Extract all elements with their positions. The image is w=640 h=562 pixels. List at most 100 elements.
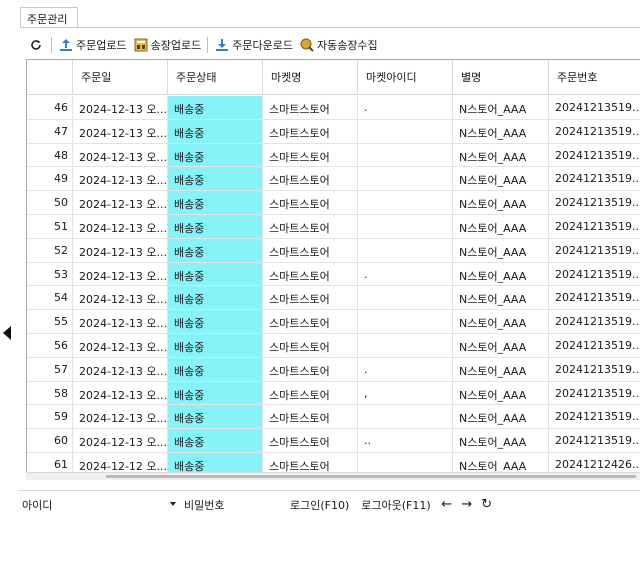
cell-status[interactable]: 배송중 bbox=[168, 405, 263, 429]
cell-nick[interactable]: N스토어_AAA bbox=[453, 167, 549, 191]
cell-status[interactable]: 배송중 bbox=[168, 143, 263, 167]
cell-market-id[interactable] bbox=[358, 167, 453, 191]
cell-order-no[interactable]: 20241213519... bbox=[549, 96, 640, 119]
cell-order-no[interactable]: 20241213519... bbox=[549, 191, 640, 214]
cell-date[interactable]: 2024-12-13 오... bbox=[73, 191, 168, 214]
cell-status[interactable]: 배송중 bbox=[168, 429, 263, 452]
table-row[interactable]: 55 2024-12-13 오... 배송중 스마트스토어 N스토어_AAA 202412… bbox=[27, 310, 640, 334]
column-header[interactable]: 별명 bbox=[453, 60, 549, 95]
cell-market-id[interactable] bbox=[358, 286, 453, 310]
cell-status[interactable]: 배송중 bbox=[168, 191, 263, 214]
cell-market[interactable]: 스마트스토어 bbox=[263, 191, 358, 214]
cell-order-no[interactable]: 20241213519... bbox=[549, 144, 640, 167]
cell-order-no[interactable]: 20241213519... bbox=[549, 382, 640, 405]
cell-market[interactable]: 스마트스토어 bbox=[263, 381, 358, 405]
cell-market-id[interactable]: , bbox=[358, 381, 453, 405]
arrow-left-icon[interactable]: ← bbox=[437, 497, 457, 512]
cell-order-no[interactable]: 20241213519... bbox=[549, 429, 640, 452]
table-row[interactable]: 52 2024-12-13 오... 배송중 스마트스토어 N스토어_AAA 202412… bbox=[27, 238, 640, 263]
table-row[interactable]: 60 2024-12-13 오... 배송중 스마트스토어.. N스토어_AAA 2024… bbox=[27, 429, 640, 453]
cell-status[interactable]: 배송중 bbox=[168, 167, 263, 191]
cell-market[interactable]: 스마트스토어 bbox=[263, 238, 358, 262]
cell-date[interactable]: 2024-12-13 오... bbox=[73, 119, 168, 143]
cell-date[interactable]: 2024-12-13 오... bbox=[73, 310, 168, 333]
invoice-upload-button[interactable]: 송장업로드 bbox=[130, 34, 205, 56]
scrollbar-thumb[interactable] bbox=[106, 475, 636, 478]
cell-status[interactable]: 배송중 bbox=[168, 381, 263, 405]
cell-nick[interactable]: N스토어_AAA bbox=[453, 286, 549, 310]
cell-status[interactable]: 배송중 bbox=[168, 238, 263, 262]
cell-status[interactable]: 배송중 bbox=[168, 262, 263, 286]
cell-date[interactable]: 2024-12-13 오... bbox=[73, 96, 168, 119]
cell-date[interactable]: 2024-12-13 오... bbox=[73, 405, 168, 429]
table-row[interactable]: 58 2024-12-13 오... 배송중 스마트스토어, N스토어_AAA 20241… bbox=[27, 381, 640, 406]
cell-market[interactable]: 스마트스토어 bbox=[263, 429, 358, 452]
cell-market-id[interactable]: .. bbox=[358, 429, 453, 452]
cell-order-no[interactable]: 20241213519... bbox=[549, 358, 640, 381]
tab-order-management[interactable]: 주문관리 bbox=[20, 7, 78, 28]
cell-date[interactable]: 2024-12-13 오... bbox=[73, 143, 168, 167]
cell-order-no[interactable]: 20241213519... bbox=[549, 310, 640, 333]
collapse-panel-icon[interactable] bbox=[3, 326, 11, 340]
cell-market[interactable]: 스마트스토어 bbox=[263, 96, 358, 119]
table-row[interactable]: 49 2024-12-13 오... 배송중 스마트스토어 N스토어_AAA 202412… bbox=[27, 167, 640, 192]
cell-market[interactable]: 스마트스토어 bbox=[263, 143, 358, 167]
cell-no[interactable]: 47 bbox=[27, 119, 73, 143]
cell-market[interactable]: 스마트스토어 bbox=[263, 214, 358, 238]
table-row[interactable]: 57 2024-12-13 오... 배송중 스마트스토어. N스토어_AAA 20241… bbox=[27, 357, 640, 382]
column-header[interactable]: 주문번호 bbox=[549, 60, 640, 95]
cell-nick[interactable]: N스토어_AAA bbox=[453, 262, 549, 286]
cell-date[interactable]: 2024-12-13 오... bbox=[73, 333, 168, 357]
column-header[interactable]: 주문일 bbox=[73, 60, 168, 95]
cell-market[interactable]: 스마트스토어 bbox=[263, 286, 358, 310]
cell-nick[interactable]: N스토어_AAA bbox=[453, 357, 549, 381]
cell-market-id[interactable]: . bbox=[358, 96, 453, 119]
cell-nick[interactable]: N스토어_AAA bbox=[453, 405, 549, 429]
cell-market[interactable]: 스마트스토어 bbox=[263, 333, 358, 357]
column-header[interactable]: 마켓아이디 bbox=[358, 60, 453, 95]
cell-market-id[interactable]: . bbox=[358, 262, 453, 286]
cell-nick[interactable]: N스토어_AAA bbox=[453, 143, 549, 167]
cell-market[interactable]: 스마트스토어 bbox=[263, 167, 358, 191]
cell-nick[interactable]: N스토어_AAA bbox=[453, 214, 549, 238]
table-row[interactable]: 51 2024-12-13 오... 배송중 스마트스토어 N스토어_AAA 202412… bbox=[27, 214, 640, 239]
cell-date[interactable]: 2024-12-13 오... bbox=[73, 262, 168, 286]
table-row[interactable]: 54 2024-12-13 오... 배송중 스마트스토어 N스토어_AAA 202412… bbox=[27, 286, 640, 311]
cell-no[interactable]: 55 bbox=[27, 310, 73, 333]
cell-order-no[interactable]: 20241213519... bbox=[549, 120, 640, 143]
table-row[interactable]: 53 2024-12-13 오... 배송중 스마트스토어. N스토어_AAA 20241… bbox=[27, 262, 640, 287]
cell-no[interactable]: 48 bbox=[27, 143, 73, 167]
arrow-right-icon[interactable]: → bbox=[457, 497, 477, 512]
cell-status[interactable]: 배송중 bbox=[168, 286, 263, 310]
cell-date[interactable]: 2024-12-13 오... bbox=[73, 429, 168, 452]
cell-market[interactable]: 스마트스토어 bbox=[263, 119, 358, 143]
cell-no[interactable]: 50 bbox=[27, 191, 73, 214]
cell-market-id[interactable]: . bbox=[358, 357, 453, 381]
cell-no[interactable]: 49 bbox=[27, 167, 73, 191]
cell-market-id[interactable] bbox=[358, 191, 453, 214]
cell-status[interactable]: 배송중 bbox=[168, 357, 263, 381]
refresh-button[interactable] bbox=[26, 34, 48, 56]
cell-order-no[interactable]: 20241213519... bbox=[549, 215, 640, 238]
cell-market-id[interactable] bbox=[358, 238, 453, 262]
cell-nick[interactable]: N스토어_AAA bbox=[453, 119, 549, 143]
cell-market-id[interactable] bbox=[358, 333, 453, 357]
cell-status[interactable]: 배송중 bbox=[168, 214, 263, 238]
order-upload-button[interactable]: 주문업로드 bbox=[55, 34, 130, 56]
column-header[interactable]: 마켓명 bbox=[263, 60, 358, 95]
cell-no[interactable]: 56 bbox=[27, 333, 73, 357]
cell-status[interactable]: 배송중 bbox=[168, 119, 263, 143]
cell-date[interactable]: 2024-12-13 오... bbox=[73, 357, 168, 381]
cell-date[interactable]: 2024-12-13 오... bbox=[73, 238, 168, 262]
order-download-button[interactable]: 주문다운로드 bbox=[211, 34, 296, 56]
cell-order-no[interactable]: 20241213519... bbox=[549, 334, 640, 357]
cell-date[interactable]: 2024-12-13 오... bbox=[73, 167, 168, 191]
auto-invoice-button[interactable]: 자동송장수집 bbox=[296, 34, 381, 56]
cell-nick[interactable]: N스토어_AAA bbox=[453, 96, 549, 119]
cell-order-no[interactable]: 20241213519... bbox=[549, 167, 640, 190]
cell-order-no[interactable]: 20241213519... bbox=[549, 239, 640, 262]
column-header[interactable]: 주문상태 bbox=[168, 60, 263, 95]
cell-status[interactable]: 배송중 bbox=[168, 333, 263, 357]
cell-market-id[interactable] bbox=[358, 310, 453, 333]
cell-no[interactable]: 53 bbox=[27, 262, 73, 286]
